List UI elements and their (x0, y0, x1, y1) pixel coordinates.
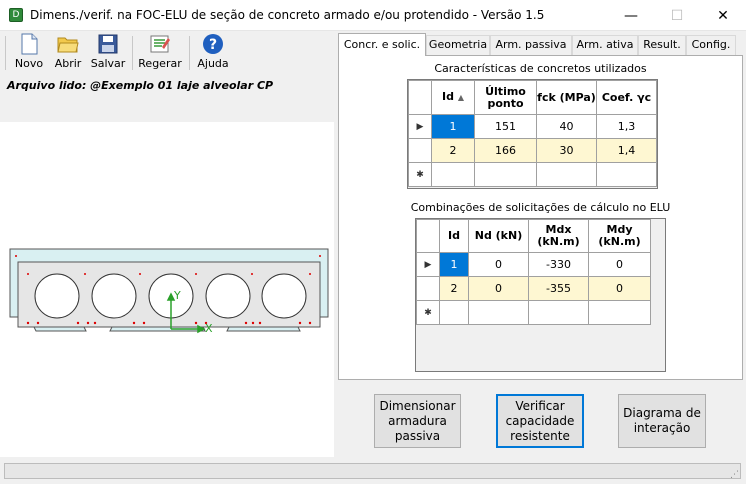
cell-fck[interactable]: 30 (536, 138, 597, 163)
new-row-icon: ✱ (408, 162, 432, 187)
row-header (416, 276, 440, 301)
regen-label: Regerar (138, 57, 182, 70)
interaction-diagram-button[interactable]: Diagrama de interação (618, 394, 706, 448)
cell-id[interactable]: 1 (431, 114, 475, 139)
toolbar-grip (5, 36, 6, 70)
minimize-button[interactable]: — (608, 0, 654, 31)
design-reinforcement-button[interactable]: Dimensionar armadura passiva (374, 394, 461, 448)
tab-concr-solic[interactable]: Concr. e solic. (338, 33, 426, 56)
col-header-ultimo-ponto[interactable]: Último ponto (474, 80, 537, 115)
cell-id[interactable]: 2 (439, 276, 469, 301)
cell-mdx[interactable]: -330 (528, 252, 589, 277)
app-icon: D (9, 8, 23, 22)
cell-coef[interactable]: 1,4 (596, 138, 657, 163)
cell-mdy[interactable]: 0 (588, 252, 651, 277)
tab-strip: Concr. e solic. Geometria Arm. passiva A… (338, 33, 744, 56)
cell-nd[interactable]: 0 (468, 276, 529, 301)
save-label: Salvar (90, 57, 126, 70)
core-4 (205, 273, 251, 319)
title-bar: D Dimens./verif. na FOC-ELU de seção de … (0, 0, 746, 31)
resize-grip-icon[interactable]: ⋰ (730, 470, 739, 480)
open-label: Abrir (54, 57, 82, 70)
verify-capacity-button[interactable]: Verificar capacidade resistente (496, 394, 584, 448)
file-loaded-label: Arquivo lido: @Exemplo 01 laje alveolar … (7, 79, 274, 92)
regenerate-icon (150, 35, 170, 53)
tab-config[interactable]: Config. (686, 35, 736, 55)
open-button[interactable]: Abrir (53, 33, 83, 73)
concrete-grid: Id ▲ Último ponto fck (MPa) Coef. γc ▶ 1… (407, 79, 658, 189)
svg-text:?: ? (209, 37, 217, 53)
loads-table-title: Combinações de solicitações de cálculo n… (410, 201, 671, 214)
hollow-core-slab-drawing: Y X (9, 248, 329, 335)
cell-fck[interactable]: 40 (536, 114, 597, 139)
cell-ultimo-ponto[interactable]: 151 (474, 114, 537, 139)
cell-id[interactable]: 1 (439, 252, 469, 277)
loads-grid: Id Nd (kN) Mdx (kN.m) Mdy (kN.m) ▶ 1 0 -… (415, 218, 666, 372)
cell-id[interactable]: 2 (431, 138, 475, 163)
col-header-fck[interactable]: fck (MPa) (536, 80, 597, 115)
grid-corner (416, 219, 440, 253)
tab-result[interactable]: Result. (638, 35, 686, 55)
new-row-icon: ✱ (416, 300, 440, 325)
help-label: Ajuda (197, 57, 229, 70)
col-header-id[interactable]: Id ▲ (431, 80, 475, 115)
help-button[interactable]: ? Ajuda (196, 33, 230, 73)
table-row[interactable]: 2 0 -355 0 (416, 276, 651, 301)
cell-nd[interactable]: 0 (468, 252, 529, 277)
new-button[interactable]: Novo (14, 33, 44, 73)
new-row[interactable]: ✱ (408, 162, 657, 187)
col-header-mdy[interactable]: Mdy (kN.m) (588, 219, 651, 253)
col-header-mdx[interactable]: Mdx (kN.m) (528, 219, 589, 253)
core-5 (261, 273, 307, 319)
toolbar: Novo Abrir Salvar Regerar ? Ajuda (0, 31, 334, 76)
help-icon: ? (203, 34, 223, 54)
tab-geometria[interactable]: Geometria (426, 35, 490, 55)
save-button[interactable]: Salvar (90, 33, 126, 73)
col-header-nd[interactable]: Nd (kN) (468, 219, 529, 253)
new-file-icon (21, 33, 38, 55)
current-row-icon: ▶ (416, 252, 440, 277)
tab-arm-ativa[interactable]: Arm. ativa (572, 35, 638, 55)
maximize-button[interactable]: ☐ (654, 0, 700, 31)
current-row-icon: ▶ (408, 114, 432, 139)
new-row[interactable]: ✱ (416, 300, 651, 325)
floppy-icon (98, 34, 118, 54)
cell-mdx[interactable]: -355 (528, 276, 589, 301)
folder-icon (57, 37, 79, 53)
toolbar-separator (132, 36, 133, 70)
cell-mdy[interactable]: 0 (588, 276, 651, 301)
table-row[interactable]: ▶ 1 0 -330 0 (416, 252, 651, 277)
row-header (408, 138, 432, 163)
y-axis-label: Y (173, 289, 181, 302)
table-row[interactable]: ▶ 1 151 40 1,3 (408, 114, 657, 139)
cell-coef[interactable]: 1,3 (596, 114, 657, 139)
x-axis-label: X (205, 322, 213, 335)
toolbar-separator (189, 36, 190, 70)
section-drawing: Y X (0, 122, 334, 457)
tab-arm-passiva[interactable]: Arm. passiva (490, 35, 572, 55)
cell-ultimo-ponto[interactable]: 166 (474, 138, 537, 163)
regen-button[interactable]: Regerar (138, 33, 182, 73)
tab-panel: Características de concretos utilizados … (338, 55, 743, 380)
concrete-table-title: Características de concretos utilizados (434, 62, 647, 75)
col-header-id[interactable]: Id (439, 219, 469, 253)
col-header-coef[interactable]: Coef. γc (596, 80, 657, 115)
close-button[interactable]: ✕ (700, 0, 746, 31)
table-row[interactable]: 2 166 30 1,4 (408, 138, 657, 163)
new-label: Novo (14, 57, 44, 70)
grid-corner (408, 80, 432, 115)
window-title: Dimens./verif. na FOC-ELU de seção de co… (30, 8, 545, 22)
core-1 (34, 273, 80, 319)
core-2 (91, 273, 137, 319)
progress-bar (4, 463, 741, 479)
